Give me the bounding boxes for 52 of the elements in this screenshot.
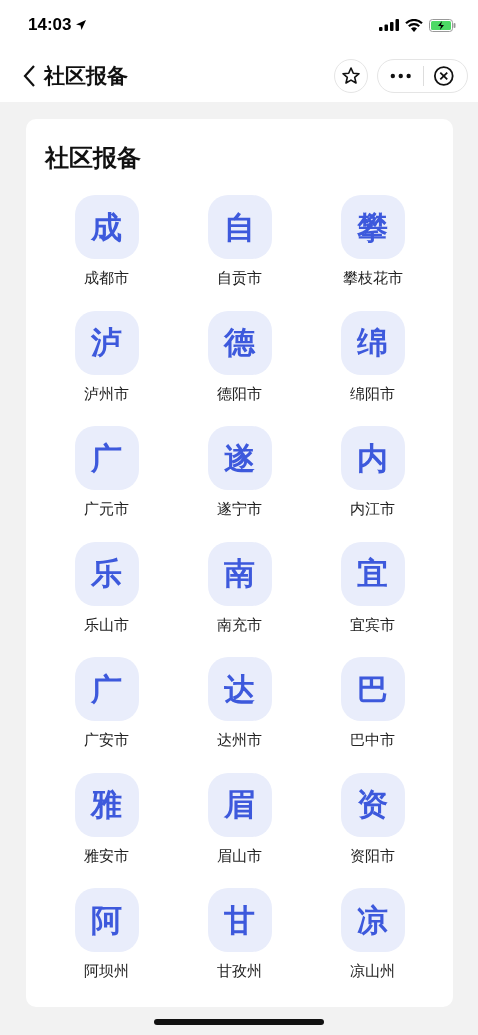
city-name: 乐山市	[84, 614, 129, 635]
status-time: 14:03	[28, 15, 72, 35]
city-icon[interactable]: 德	[207, 310, 272, 375]
city-name: 达州市	[217, 730, 262, 750]
city-name: 德阳市	[217, 383, 262, 404]
card-title: 社区报备	[45, 143, 142, 174]
city-name: 遂宁市	[217, 499, 262, 519]
star-icon	[341, 66, 361, 86]
city-icon[interactable]: 乐	[74, 541, 139, 606]
city-icon[interactable]: 阿	[74, 888, 139, 952]
city-name: 雅安市	[84, 845, 129, 866]
city-name: 资阳市	[350, 845, 395, 866]
city-icon[interactable]: 绵	[340, 310, 405, 375]
city-name: 南充市	[217, 614, 262, 635]
city-icon[interactable]: 达	[207, 657, 272, 721]
city-icon[interactable]: 内	[340, 426, 405, 490]
city-icon[interactable]: 泸	[74, 310, 139, 375]
signal-icon	[379, 19, 399, 31]
city-name: 泸州市	[84, 383, 129, 404]
nav-title: 社区报备	[44, 63, 128, 90]
city-icon[interactable]: 广	[74, 426, 139, 490]
city-name: 成都市	[84, 268, 129, 288]
back-icon[interactable]	[22, 64, 36, 88]
city-name: 眉山市	[217, 845, 262, 866]
city-name: 甘孜州	[217, 961, 262, 981]
city-icon[interactable]: 广	[74, 657, 139, 721]
city-name: 自贡市	[217, 268, 262, 288]
city-name: 广元市	[84, 499, 129, 519]
city-icon[interactable]: 眉	[207, 772, 272, 837]
wifi-icon	[405, 18, 423, 32]
city-icon[interactable]: 攀	[340, 195, 405, 259]
city-icon[interactable]: 甘	[207, 888, 272, 952]
city-icon[interactable]: 雅	[74, 772, 139, 837]
city-icon[interactable]: 南	[207, 541, 272, 606]
city-name: 攀枝花市	[342, 268, 403, 288]
city-icon[interactable]: 凉	[340, 888, 405, 952]
location-arrow-icon	[75, 19, 88, 31]
city-icon[interactable]: 遂	[207, 426, 272, 490]
city-name: 内江市	[350, 499, 395, 519]
city-name: 巴中市	[350, 730, 395, 750]
city-name: 宜宾市	[350, 614, 395, 635]
battery-charging-icon	[429, 18, 456, 32]
city-name: 广安市	[84, 730, 129, 750]
city-name: 阿坝州	[84, 961, 129, 981]
city-icon[interactable]: 成	[74, 195, 139, 259]
city-icon[interactable]: 巴	[340, 657, 405, 721]
city-name: 凉山州	[350, 961, 395, 981]
city-icon[interactable]: 自	[207, 195, 272, 259]
city-icon[interactable]: 宜	[340, 541, 405, 606]
favorite-button[interactable]	[334, 59, 368, 93]
city-name: 绵阳市	[350, 383, 395, 404]
city-icon[interactable]: 资	[340, 772, 405, 837]
